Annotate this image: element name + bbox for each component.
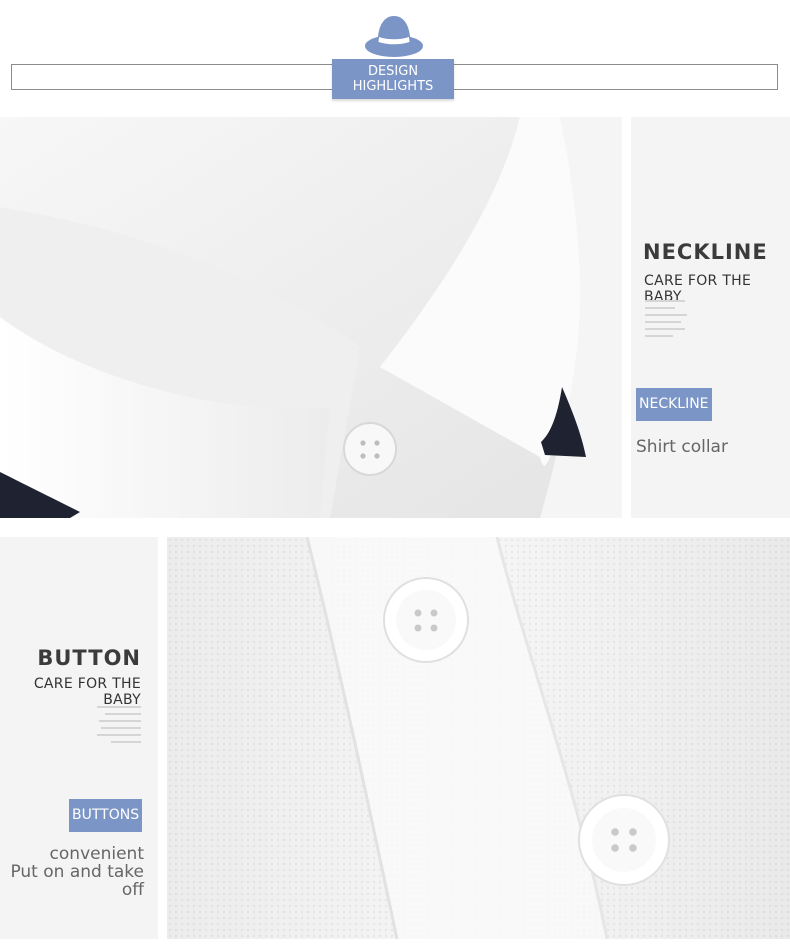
button-fine-print — [95, 706, 141, 743]
neckline-fine-print — [645, 300, 689, 337]
hat-icon — [365, 16, 423, 57]
design-highlights-badge: DESIGN HIGHLIGHTS — [332, 59, 454, 99]
badge-line-2: HIGHLIGHTS — [352, 79, 434, 94]
button-description-line-1: convenient — [49, 844, 144, 864]
button-subtitle: CARE FOR THE BABY — [33, 676, 141, 708]
neckline-description: Shirt collar — [636, 437, 728, 457]
button-description: convenient Put on and take off — [0, 845, 144, 899]
button-title: BUTTON — [37, 646, 141, 670]
badge-line-1: DESIGN — [367, 64, 419, 79]
neckline-photo — [0, 117, 622, 518]
buttons-tag: BUTTONS — [69, 799, 143, 832]
neckline-tag: NECKLINE — [636, 388, 712, 421]
button-description-line-3: off — [121, 880, 144, 900]
button-description-line-2: Put on and take — [10, 862, 144, 882]
button-photo — [167, 537, 790, 939]
neckline-title: NECKLINE — [643, 240, 768, 264]
